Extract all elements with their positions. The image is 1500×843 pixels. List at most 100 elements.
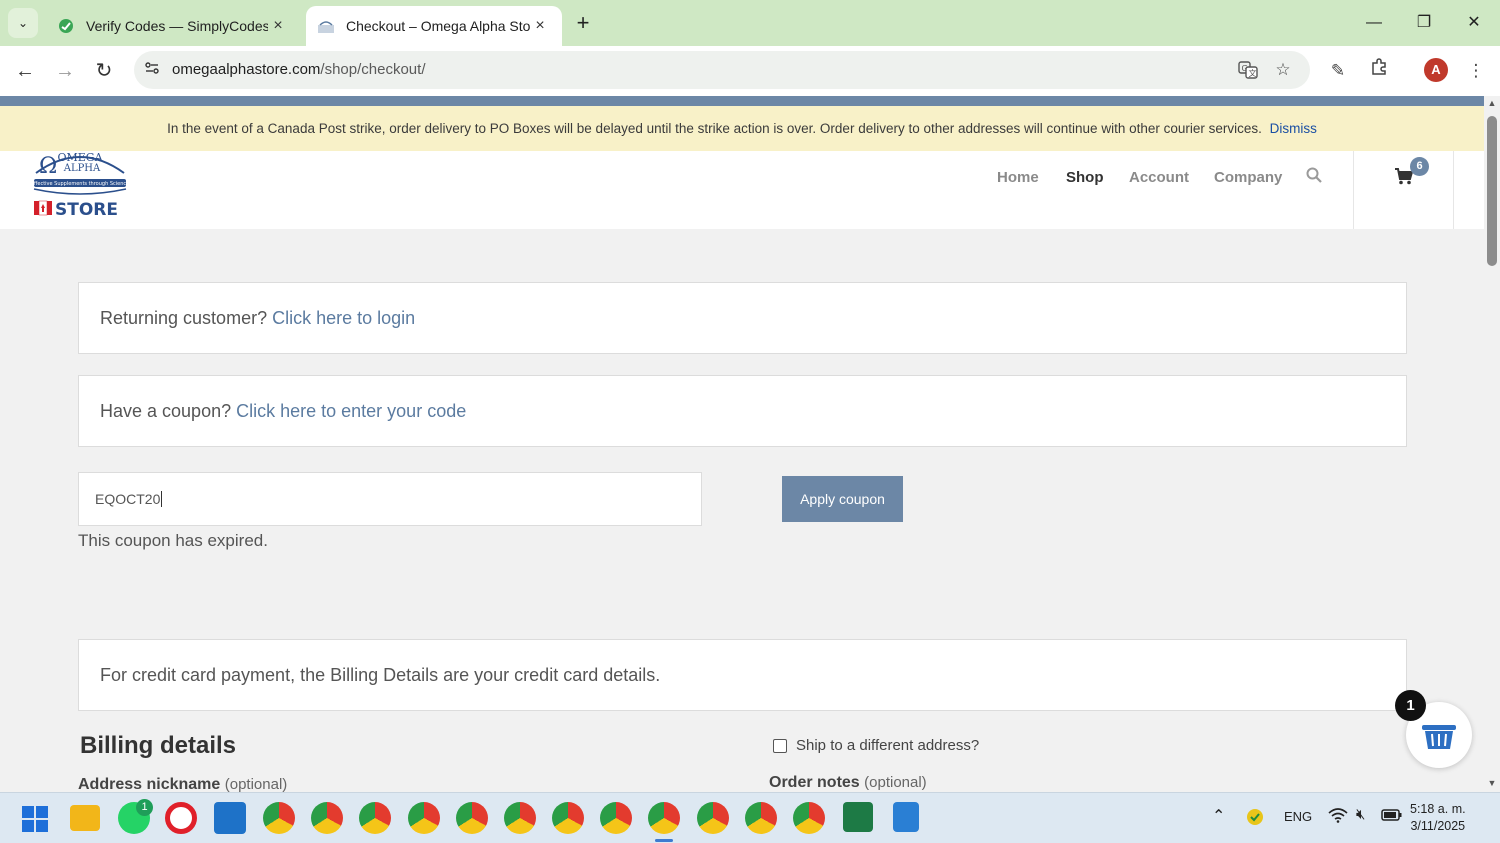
header-cart[interactable]: 6 [1353,151,1454,229]
edit-icon[interactable]: ✎ [1325,58,1351,84]
close-tab-icon[interactable]: × [530,17,550,35]
chevron-down-icon: ⌄ [17,16,29,30]
scrollbar-thumb[interactable] [1487,116,1497,266]
site-header: OMEGA ALPHA Ω Effective Supplements thro… [0,151,1484,229]
cart-count-badge: 6 [1410,157,1429,176]
tab-checkout[interactable]: Checkout – Omega Alpha Store × [306,6,562,46]
billing-details-heading: Billing details [80,732,237,759]
more-menu-icon[interactable]: ⋮ [1463,58,1489,84]
apply-coupon-button[interactable]: Apply coupon [782,476,903,522]
wifi-icon[interactable] [1328,807,1348,826]
chrome-profile-icon[interactable] [793,802,825,834]
excel-icon[interactable] [843,802,873,832]
new-tab-button[interactable]: + [570,10,596,36]
returning-customer-text: Returning customer? [100,308,273,328]
battery-icon[interactable] [1381,808,1403,825]
ship-different-address[interactable]: Ship to a different address? [773,737,979,754]
svg-text:Ω: Ω [39,154,57,179]
chrome-profile-icon[interactable] [504,802,536,834]
site-settings-icon[interactable] [142,60,162,80]
svg-text:文: 文 [1249,68,1257,78]
nav-home[interactable]: Home [997,169,1039,186]
nav-shop[interactable]: Shop [1066,169,1104,186]
chrome-profile-icon[interactable] [745,802,777,834]
dismiss-link[interactable]: Dismiss [1270,121,1317,136]
browser-toolbar: ← → ↻ omegaalphastore.com/shop/checkout/… [0,46,1500,96]
nav-account[interactable]: Account [1129,169,1189,186]
strike-notice-banner: In the event of a Canada Post strike, or… [0,106,1484,151]
returning-customer-box: Returning customer? Click here to login [78,282,1407,354]
tab-search-button[interactable]: ⌄ [8,8,38,38]
scroll-down-icon[interactable]: ▼ [1487,778,1497,788]
back-arrow-icon[interactable]: ← [10,56,40,86]
coupon-error-message: This coupon has expired. [78,531,268,550]
outlook-icon[interactable] [214,802,246,834]
tab-title: Checkout – Omega Alpha Store [346,18,530,34]
notice-text: In the event of a Canada Post strike, or… [167,121,1262,136]
omega-alpha-favicon-icon [318,18,334,34]
browser-tab-strip: ⌄ Verify Codes — SimplyCodes × Checkout … [0,0,1500,46]
coupon-code-value: EQOCT20 [95,491,161,507]
system-clock[interactable]: 5:18 a. m. 3/11/2025 [1410,801,1466,835]
svg-text:STORE: STORE [55,200,118,220]
clock-date: 3/11/2025 [1410,819,1466,833]
omega-alpha-store-logo[interactable]: OMEGA ALPHA Ω Effective Supplements thro… [30,151,130,221]
address-nickname-label: Address nickname (optional) [78,776,288,792]
address-bar[interactable]: omegaalphastore.com/shop/checkout/ G文 ☆ [134,51,1310,89]
coupon-prompt-box: Have a coupon? Click here to enter your … [78,375,1407,447]
chrome-profile-icon[interactable] [311,802,343,834]
active-app-indicator [655,839,673,842]
nav-company[interactable]: Company [1214,169,1282,186]
close-window-icon[interactable]: ✕ [1454,8,1494,38]
url-text: omegaalphastore.com/shop/checkout/ [172,61,426,78]
enter-coupon-link[interactable]: Click here to enter your code [236,401,466,421]
simplycodes-favicon-icon [58,18,74,34]
language-indicator[interactable]: ENG [1284,809,1312,824]
volume-muted-icon[interactable]: 🔇︎ [1356,806,1365,823]
whatsapp-badge: 1 [136,799,153,816]
ship-different-address-checkbox[interactable] [773,738,787,753]
ship-different-address-label: Ship to a different address? [796,737,980,754]
translate-icon[interactable]: G文 [1236,60,1260,82]
profile-avatar[interactable]: A [1424,58,1448,82]
opera-icon[interactable] [165,802,197,834]
login-link[interactable]: Click here to login [272,308,415,328]
notepad-icon[interactable] [893,802,919,832]
extensions-puzzle-icon[interactable] [1366,58,1392,84]
coupon-prompt-text: Have a coupon? [100,401,237,421]
svg-text:ALPHA: ALPHA [63,163,101,174]
sync-status-icon[interactable] [1246,808,1264,829]
page-content: In the event of a Canada Post strike, or… [0,96,1484,792]
basket-icon [1422,725,1456,749]
coupon-code-input[interactable]: EQOCT20 [78,472,702,526]
text-cursor [161,491,163,507]
forward-arrow-icon[interactable]: → [50,56,80,86]
restore-icon[interactable]: ❐ [1404,8,1444,38]
tab-title: Verify Codes — SimplyCodes [86,18,268,34]
file-explorer-icon[interactable] [70,805,100,831]
chrome-profile-icon[interactable] [600,802,632,834]
svg-text:Effective Supplements through: Effective Supplements through Science [31,181,129,187]
chrome-active-profile-icon[interactable] [648,802,680,834]
chrome-profile-icon[interactable] [359,802,391,834]
chrome-profile-icon[interactable] [552,802,584,834]
reload-icon[interactable]: ↻ [89,56,119,86]
tab-verify-codes[interactable]: Verify Codes — SimplyCodes × [46,6,300,46]
clock-time: 5:18 a. m. [1410,802,1466,816]
minimize-icon[interactable]: — [1354,8,1394,38]
top-accent-bar [0,96,1484,106]
chrome-profile-icon[interactable] [408,802,440,834]
chrome-profile-icon[interactable] [263,802,295,834]
basket-count-badge: 1 [1395,690,1426,721]
close-tab-icon[interactable]: × [268,17,288,35]
credit-card-note-box: For credit card payment, the Billing Det… [78,639,1407,711]
scroll-up-icon[interactable]: ▲ [1487,98,1497,108]
show-hidden-icons-chevron-icon[interactable]: ⌃ [1212,806,1225,826]
chrome-profile-icon[interactable] [697,802,729,834]
chrome-profile-icon[interactable] [456,802,488,834]
windows-taskbar: 1 ⌃ ENG 🔇︎ 5:18 a. m. 3/11/2025 [0,792,1500,843]
windows-start-icon[interactable] [22,806,48,837]
search-icon[interactable] [1306,167,1322,188]
page-scrollbar[interactable]: ▲ ▼ [1484,96,1500,792]
bookmark-star-icon[interactable]: ☆ [1271,60,1295,82]
